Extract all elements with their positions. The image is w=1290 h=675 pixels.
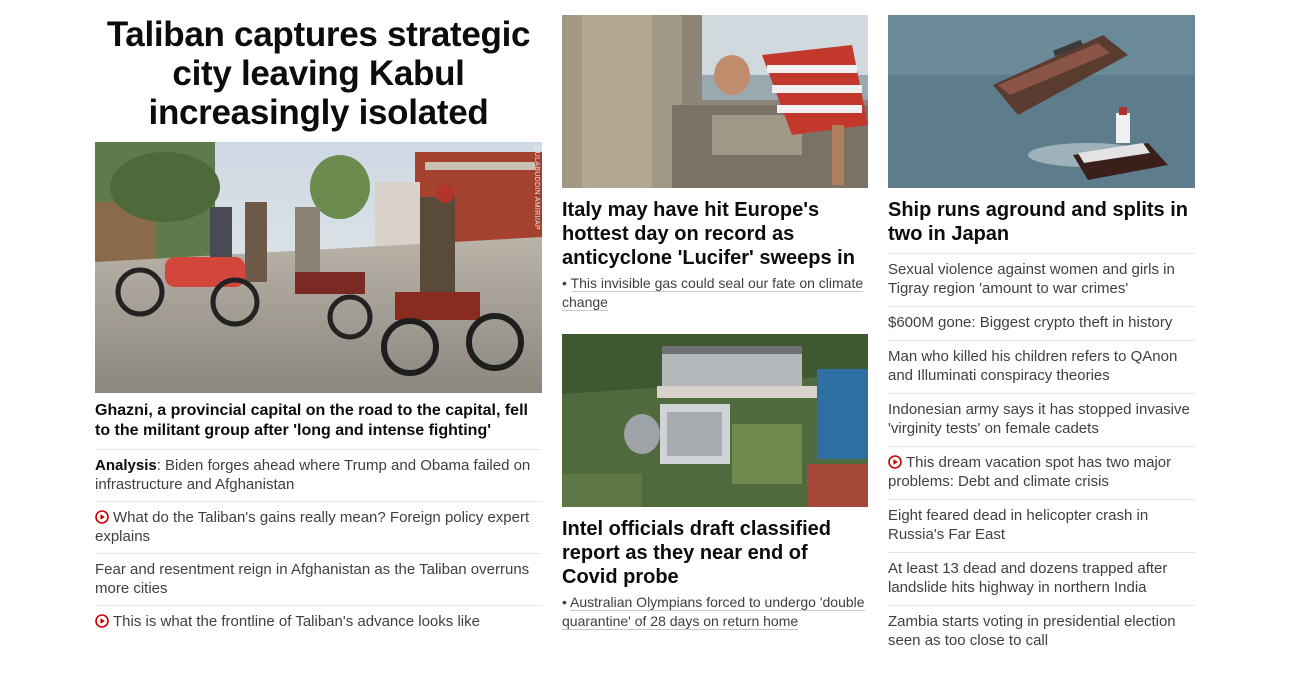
list-item[interactable]: Eight feared dead in helicopter crash in… xyxy=(888,499,1195,552)
list-item-text: This is what the frontline of Taliban's … xyxy=(113,613,480,630)
related-link[interactable]: • This invisible gas could seal our fate… xyxy=(562,274,868,312)
story-card-covid: Intel officials draft classified report … xyxy=(562,334,868,631)
card-headline[interactable]: Intel officials draft classified report … xyxy=(562,517,868,589)
list-item[interactable]: Indonesian army says it has stopped inva… xyxy=(888,393,1195,446)
related-link-text: This invisible gas could seal our fate o… xyxy=(562,275,864,311)
card-image[interactable] xyxy=(562,15,868,188)
video-play-icon xyxy=(95,510,109,524)
list-item[interactable]: Fear and resentment reign in Afghanistan… xyxy=(95,553,542,605)
list-item[interactable]: This is what the frontline of Taliban's … xyxy=(95,605,542,638)
list-item-text: Sexual violence against women and girls … xyxy=(888,261,1175,297)
video-play-icon xyxy=(888,455,902,469)
lead-headline[interactable]: Taliban captures strategic city leaving … xyxy=(95,15,542,132)
related-link[interactable]: • Australian Olympians forced to undergo… xyxy=(562,593,868,631)
list-item-text: $600M gone: Biggest crypto theft in hist… xyxy=(888,314,1173,331)
list-item-text: At least 13 dead and dozens trapped afte… xyxy=(888,560,1168,596)
middle-column: Italy may have hit Europe's hottest day … xyxy=(562,15,868,631)
story-card-italy: Italy may have hit Europe's hottest day … xyxy=(562,15,868,312)
lab-aerial-photo xyxy=(562,334,868,507)
list-item[interactable]: At least 13 dead and dozens trapped afte… xyxy=(888,552,1195,605)
list-item[interactable]: Analysis: Biden forges ahead where Trump… xyxy=(95,449,542,501)
list-item[interactable]: Man who killed his children refers to QA… xyxy=(888,340,1195,393)
analysis-kicker: Analysis xyxy=(95,457,157,474)
ship-aground-photo xyxy=(888,15,1195,188)
right-column: Ship runs aground and splits in two in J… xyxy=(888,15,1195,658)
list-item-text: Man who killed his children refers to QA… xyxy=(888,348,1178,384)
right-headline-list: Sexual violence against women and girls … xyxy=(888,253,1195,658)
lead-image[interactable]: GULABUDDIN AMIRI/AP xyxy=(95,142,542,393)
lead-caption[interactable]: Ghazni, a provincial capital on the road… xyxy=(95,401,542,441)
list-item-text: Fear and resentment reign in Afghanistan… xyxy=(95,561,530,597)
list-item[interactable]: What do the Taliban's gains really mean?… xyxy=(95,501,542,553)
list-item-text: What do the Taliban's gains really mean?… xyxy=(95,509,530,545)
card-headline[interactable]: Italy may have hit Europe's hottest day … xyxy=(562,198,868,270)
video-play-icon xyxy=(95,614,109,628)
list-item[interactable]: Zambia starts voting in presidential ele… xyxy=(888,605,1195,658)
card-headline[interactable]: Ship runs aground and splits in two in J… xyxy=(888,198,1195,246)
list-item[interactable]: $600M gone: Biggest crypto theft in hist… xyxy=(888,306,1195,340)
list-item-text: : Biden forges ahead where Trump and Oba… xyxy=(95,457,531,493)
taliban-motorcycles-photo xyxy=(95,142,542,393)
photo-credit: GULABUDDIN AMIRI/AP xyxy=(533,146,540,230)
list-item-text: Indonesian army says it has stopped inva… xyxy=(888,401,1190,437)
lead-story: Taliban captures strategic city leaving … xyxy=(95,15,542,638)
list-item[interactable]: Sexual violence against women and girls … xyxy=(888,253,1195,306)
list-item[interactable]: This dream vacation spot has two major p… xyxy=(888,446,1195,499)
list-item-text: This dream vacation spot has two major p… xyxy=(888,454,1172,490)
card-image[interactable] xyxy=(888,15,1195,188)
list-item-text: Eight feared dead in helicopter crash in… xyxy=(888,507,1149,543)
man-at-fountain-photo xyxy=(562,15,868,188)
lead-related-list: Analysis: Biden forges ahead where Trump… xyxy=(95,449,542,638)
list-item-text: Zambia starts voting in presidential ele… xyxy=(888,613,1176,649)
card-image[interactable] xyxy=(562,334,868,507)
related-link-text: Australian Olympians forced to undergo '… xyxy=(562,594,865,630)
